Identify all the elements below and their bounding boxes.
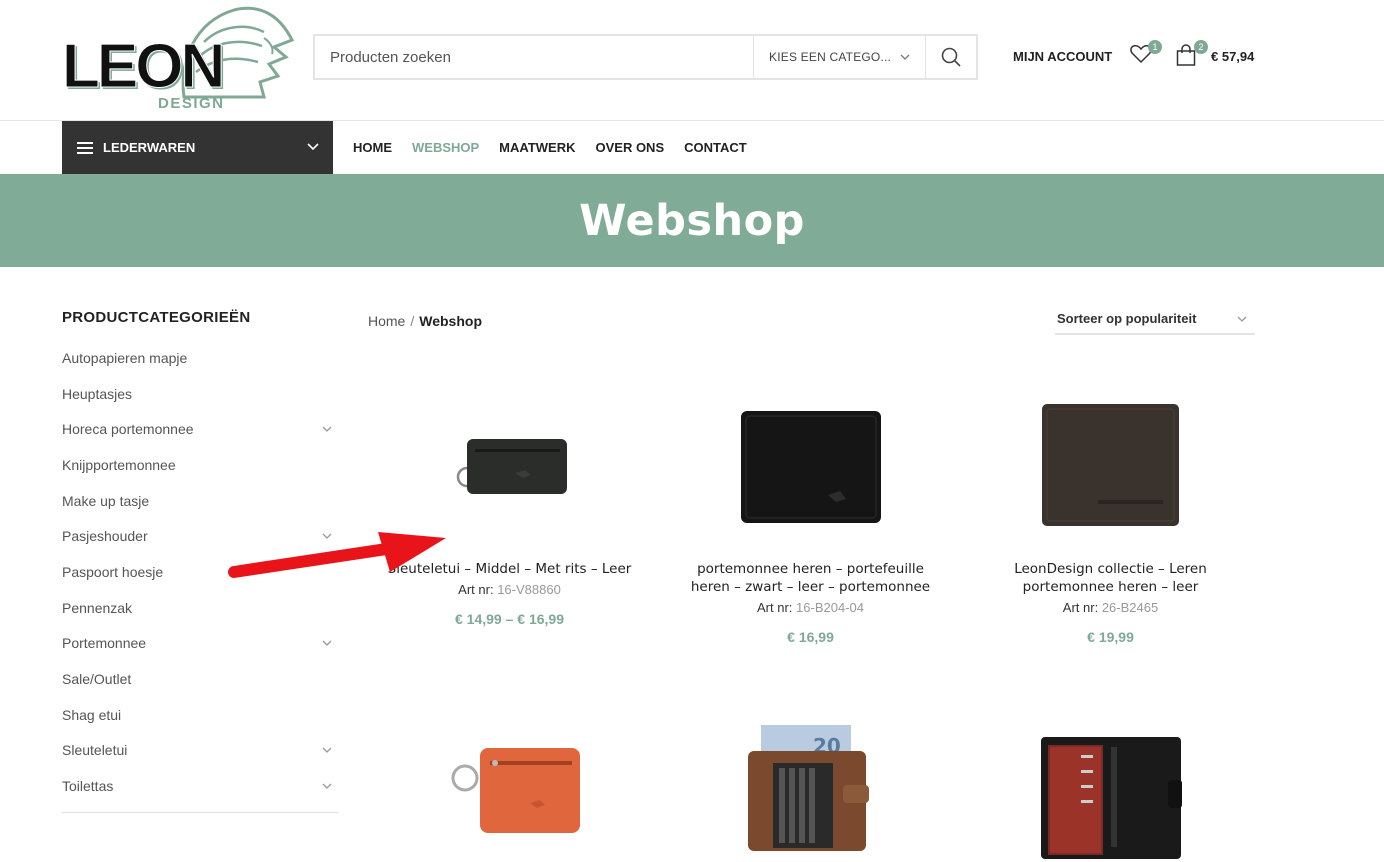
article-label: Art nr:	[757, 600, 793, 615]
sidebar-item-label: Heuptasjes	[62, 385, 133, 402]
sidebar-item-autopapieren-mapje[interactable]: Autopapieren mapje	[62, 340, 338, 376]
product-article: Art nr: 26-B2465	[963, 600, 1258, 615]
breadcrumb-home[interactable]: Home	[368, 313, 405, 329]
article-label: Art nr:	[458, 582, 494, 597]
breadcrumb: Home / Webshop	[368, 313, 482, 329]
sidebar-item-label: Toilettas	[62, 778, 114, 795]
product-price: € 14,99 – € 16,99	[455, 611, 564, 627]
article-number: 16-V88860	[497, 582, 561, 597]
sidebar-item-knijpportemonnee[interactable]: Knijpportemonnee	[62, 447, 338, 483]
product-price: € 16,99	[787, 629, 834, 645]
breadcrumb-current: Webshop	[419, 313, 482, 329]
sidebar-item-pennenzak[interactable]: Pennenzak	[62, 590, 338, 626]
main-navigation: LEDERWAREN HOME WEBSHOP MAATWERK OVER ON…	[0, 121, 1384, 174]
top-menu: HOME WEBSHOP MAATWERK OVER ONS CONTACT	[353, 121, 767, 174]
article-label: Art nr:	[1062, 600, 1099, 615]
sidebar-item-toilettas[interactable]: Toilettas	[62, 768, 338, 804]
product-article: Art nr: 16-B204-04	[663, 600, 958, 615]
search-button[interactable]	[925, 36, 976, 78]
chevron-down-icon	[900, 52, 910, 63]
sidebar-item-label: Sleuteletui	[62, 742, 128, 759]
wishlist-count-badge: 1	[1148, 40, 1162, 54]
logo-text: LEON	[61, 32, 225, 101]
nav-webshop[interactable]: WEBSHOP	[412, 140, 479, 155]
sidebar-item-sleuteletui[interactable]: Sleuteletui	[62, 733, 338, 769]
wishlist-button[interactable]: 1	[1130, 40, 1162, 68]
page-title: Webshop	[579, 195, 805, 246]
article-number: 16-B204-04	[796, 600, 864, 615]
sidebar-item-label: Shag etui	[62, 706, 122, 723]
search-icon	[941, 47, 961, 67]
sidebar-item-make-up-tasje[interactable]: Make up tasje	[62, 483, 338, 519]
product-card[interactable]: Sleuteletui – Middel – Met rits – Leer A…	[362, 370, 657, 627]
chevron-down-icon[interactable]	[322, 423, 332, 435]
product-card[interactable]	[963, 715, 1258, 862]
site-logo[interactable]: LEON DESIGN	[61, 2, 294, 114]
page-title-banner: Webshop	[0, 174, 1384, 267]
product-image-black-wallet[interactable]	[663, 370, 958, 560]
cart-button[interactable]: 2	[1176, 40, 1208, 70]
product-name[interactable]: LeonDesign collectie – Leren portemonnee…	[963, 560, 1258, 596]
product-card[interactable]: portemonnee heren – portefeuille heren –…	[663, 370, 958, 645]
my-account-link[interactable]: MIJN ACCOUNT	[1013, 49, 1112, 64]
sidebar-item-shag-etui[interactable]: Shag etui	[62, 697, 338, 733]
sidebar-item-label: Paspoort hoesje	[62, 563, 164, 580]
sidebar-item-label: Pasjeshouder	[62, 528, 148, 545]
sidebar-item-label: Pennenzak	[62, 599, 133, 616]
sidebar-item-portemonnee[interactable]: Portemonnee	[62, 626, 338, 662]
sidebar-item-horeca-portemonnee[interactable]: Horeca portemonnee	[62, 411, 338, 447]
sidebar-item-label: Sale/Outlet	[62, 671, 132, 688]
product-card[interactable]: LeonDesign collectie – Leren portemonnee…	[963, 370, 1258, 645]
sidebar-item-label: Portemonnee	[62, 635, 147, 652]
sort-select[interactable]: Sorteer op populariteit	[1055, 304, 1255, 335]
nav-home[interactable]: HOME	[353, 140, 392, 155]
breadcrumb-separator: /	[410, 313, 415, 329]
nav-over-ons[interactable]: OVER ONS	[595, 140, 664, 155]
chevron-down-icon[interactable]	[322, 780, 332, 792]
product-card[interactable]	[362, 715, 657, 862]
product-card[interactable]: 20	[663, 715, 958, 862]
annotation-arrow-icon	[228, 532, 446, 578]
sort-select-label: Sorteer op populariteit	[1057, 311, 1197, 326]
product-image-black-open-wallet[interactable]	[963, 715, 1258, 862]
categories-menu-label: LEDERWAREN	[103, 140, 196, 155]
sidebar-divider	[62, 811, 338, 813]
sidebar-item-heuptasjes[interactable]: Heuptasjes	[62, 376, 338, 412]
product-name[interactable]: portemonnee heren – portefeuille heren –…	[663, 560, 958, 596]
sidebar-item-sale-outlet[interactable]: Sale/Outlet	[62, 661, 338, 697]
product-image-brown-card-wallet[interactable]: 20	[663, 715, 958, 862]
category-select[interactable]: KIES EEN CATEGO...	[753, 36, 925, 78]
category-select-label: KIES EEN CATEGO...	[769, 50, 892, 64]
logo-subtext: DESIGN	[158, 95, 225, 112]
sidebar-item-label: Horeca portemonnee	[62, 421, 194, 438]
sidebar-title: PRODUCTCATEGORIEËN	[62, 309, 251, 326]
chevron-down-icon[interactable]	[322, 744, 332, 756]
categories-menu-button[interactable]: LEDERWAREN	[62, 121, 333, 174]
site-header: LEON DESIGN KIES EEN CATEGO... MIJN ACCO…	[0, 0, 1384, 121]
sidebar-item-label: Knijpportemonnee	[62, 456, 176, 473]
chevron-down-icon[interactable]	[322, 637, 332, 649]
search-input[interactable]	[315, 36, 753, 78]
nav-contact[interactable]: CONTACT	[684, 140, 747, 155]
product-image-orange-key-pouch[interactable]	[362, 715, 657, 862]
product-image-brown-wallet[interactable]	[963, 370, 1258, 560]
hamburger-icon	[77, 139, 93, 157]
cart-total[interactable]: € 57,94	[1211, 49, 1254, 64]
cart-count-badge: 2	[1194, 40, 1208, 54]
search-bar: KIES EEN CATEGO...	[313, 34, 978, 80]
chevron-down-icon	[1237, 313, 1247, 325]
sidebar-item-label: Make up tasje	[62, 492, 150, 509]
article-number: 26-B2465	[1101, 600, 1159, 615]
nav-maatwerk[interactable]: MAATWERK	[499, 140, 575, 155]
sidebar-item-label: Autopapieren mapje	[62, 349, 188, 366]
shopping-bag-icon	[1176, 44, 1196, 66]
product-price: € 19,99	[1087, 629, 1134, 645]
chevron-down-icon	[307, 139, 319, 154]
